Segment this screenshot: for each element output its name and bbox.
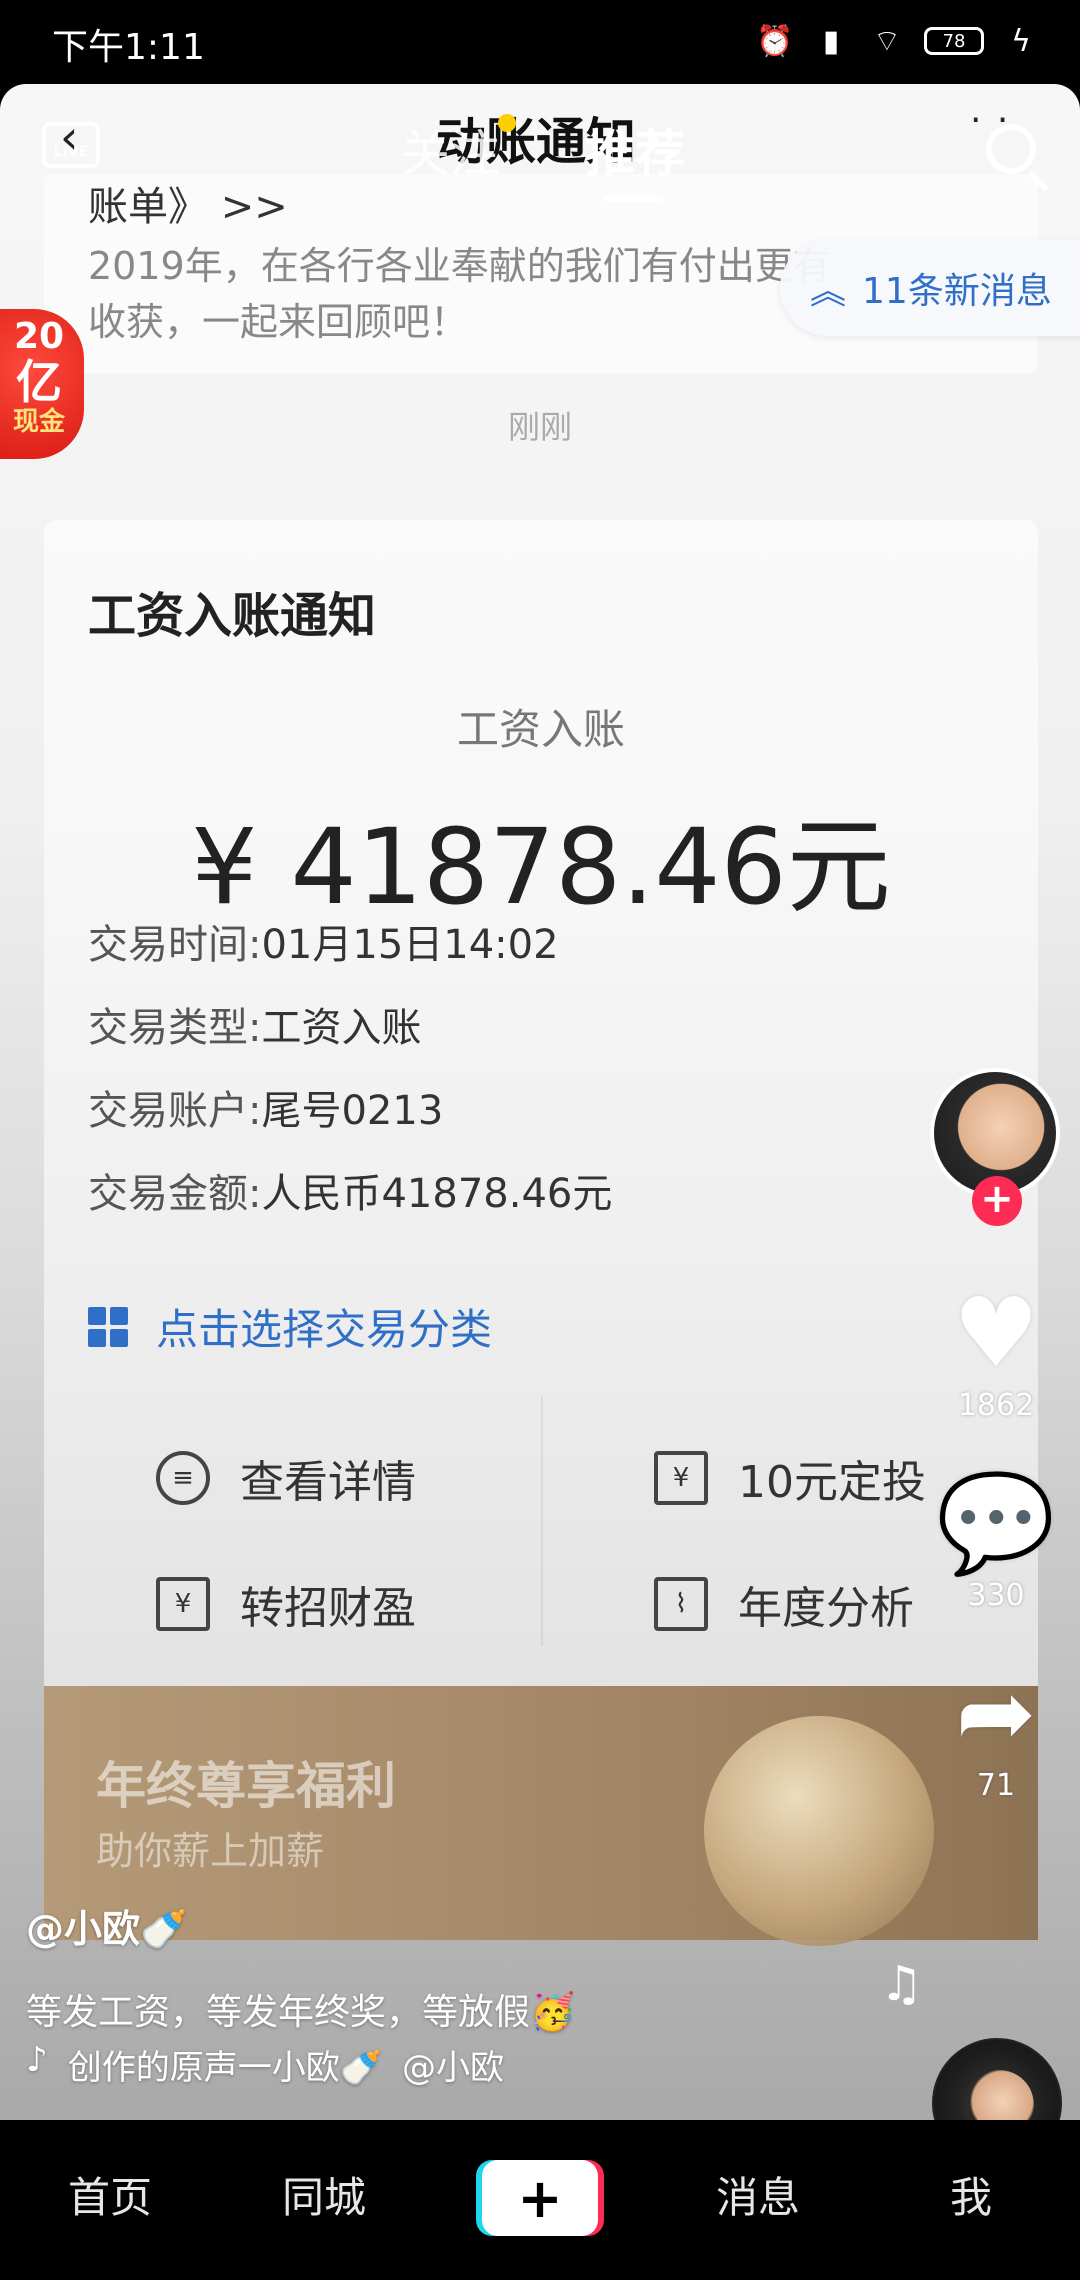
- timestamp-separator: 刚刚: [507, 408, 572, 446]
- charging-icon: ϟ: [1011, 23, 1031, 59]
- scroll-icon: ¥: [654, 1451, 708, 1505]
- promo-amount: 20: [13, 316, 65, 357]
- wifi-icon: ⌔: [872, 24, 902, 59]
- divider: [541, 1396, 543, 1646]
- floating-note-icon: ♫: [880, 1956, 924, 2012]
- heart-icon: ♥: [952, 1277, 1040, 1389]
- active-tab-indicator: [603, 196, 663, 202]
- nav-messages[interactable]: 消息: [716, 2164, 800, 2225]
- music-track: 创作的原声一小欧🍼: [67, 2048, 383, 2088]
- list-icon: ≡: [156, 1451, 210, 1505]
- promo-label: 现金: [12, 407, 65, 437]
- previous-message-body: 2019年，在各行各业奉献的我们有付出更有收获，一起来回顾吧！: [88, 244, 831, 344]
- detail-key: 交易账户:: [88, 1088, 262, 1134]
- alarm-icon: ⏰: [756, 23, 794, 59]
- category-link-label: 点击选择交易分类: [156, 1305, 493, 1354]
- promo-unit: 亿: [16, 355, 62, 409]
- transfer-button[interactable]: ¥ 转招财盈: [156, 1572, 416, 1636]
- grid-icon: [88, 1306, 128, 1347]
- plus-icon: +: [517, 2166, 563, 2230]
- detail-row-type: 交易类型: 工资入账: [88, 995, 612, 1078]
- search-icon[interactable]: [986, 124, 1036, 174]
- notice-title: 工资入账通知: [88, 588, 377, 644]
- salary-notice-card: 工资入账通知 工资入账 ¥ 41878.46元 交易时间: 01月15日14:02…: [44, 520, 1038, 1700]
- detail-value: 01月15日14:02: [261, 922, 559, 968]
- comment-count: 330: [967, 1578, 1025, 1613]
- video-caption: @小欧🍼 等发工资，等发年终奖，等放假🥳: [26, 1898, 886, 2035]
- comment-icon: 💬: [936, 1467, 1056, 1579]
- back-icon: ‹: [60, 110, 79, 164]
- status-time: 下午1:11: [52, 27, 205, 68]
- unread-dot: [498, 114, 516, 132]
- music-info[interactable]: ♪ 创作的原声一小欧🍼 @小欧: [26, 2040, 504, 2089]
- follow-button[interactable]: +: [972, 1176, 1022, 1226]
- tab-recommend[interactable]: 推荐: [585, 114, 685, 186]
- chevron-up-icon: ︽: [810, 271, 847, 312]
- detail-row-account: 交易账户: 尾号0213: [88, 1078, 612, 1161]
- music-disc[interactable]: [932, 2038, 1062, 2120]
- tab-follow[interactable]: 关注: [400, 114, 500, 186]
- annual-analysis-button[interactable]: ⌇ 年度分析: [654, 1572, 914, 1636]
- music-author: @小欧: [402, 2048, 505, 2088]
- amount-value: ¥ 41878.46元: [191, 806, 891, 928]
- detail-row-amount: 交易金额: 人民币41878.46元: [88, 1161, 612, 1244]
- share-icon: ➦: [955, 1657, 1037, 1769]
- chart-icon: ⌇: [654, 1577, 708, 1631]
- banner-title: 年终尊享福利: [96, 1757, 396, 1815]
- battery-level: 78: [942, 30, 966, 52]
- detail-value: 人民币41878.46元: [261, 1171, 613, 1217]
- nav-city[interactable]: 同城: [282, 2164, 366, 2225]
- new-messages-pill[interactable]: ︽ 11条新消息: [780, 240, 1080, 336]
- transfer-icon: ¥: [156, 1577, 210, 1631]
- like-count: 1862: [957, 1388, 1035, 1423]
- like-button[interactable]: ♥ 1862: [924, 1278, 1068, 1423]
- fixed-invest-button[interactable]: ¥ 10元定投: [654, 1446, 926, 1510]
- category-link[interactable]: 点击选择交易分类: [88, 1296, 492, 1357]
- action-label: 年度分析: [738, 1583, 914, 1634]
- status-bar: 下午1:11 ⏰ ▮ ⌔ 78 ϟ: [0, 0, 1080, 84]
- detail-list: 交易时间: 01月15日14:02 交易类型: 工资入账 交易账户: 尾号0213 交…: [88, 912, 612, 1244]
- cash-promo-badge[interactable]: 20 亿 现金: [0, 309, 84, 459]
- nav-home[interactable]: 首页: [68, 2164, 152, 2225]
- share-count: 71: [976, 1768, 1016, 1803]
- detail-value: 尾号0213: [261, 1088, 444, 1134]
- bottom-navigation: 首页 同城 + 消息 我: [0, 2120, 1080, 2280]
- action-label: 10元定投: [738, 1457, 926, 1508]
- new-messages-label: 11条新消息: [862, 271, 1052, 312]
- share-button[interactable]: ➦ 71: [924, 1658, 1068, 1803]
- detail-key: 交易类型:: [88, 1005, 262, 1051]
- view-details-button[interactable]: ≡ 查看详情: [156, 1446, 416, 1510]
- signal-icon: ▮: [822, 23, 840, 59]
- action-label: 查看详情: [240, 1457, 416, 1508]
- detail-row-time: 交易时间: 01月15日14:02: [88, 912, 612, 995]
- banner-subtitle: 助你薪上加薪: [96, 1829, 325, 1873]
- caption-text: 等发工资，等发年终奖，等放假🥳: [26, 1992, 575, 2033]
- detail-key: 交易时间:: [88, 922, 262, 968]
- create-button[interactable]: +: [482, 2160, 598, 2236]
- amount-label: 工资入账: [456, 705, 625, 754]
- comment-button[interactable]: 💬 330: [924, 1468, 1068, 1613]
- action-grid: ≡ 查看详情 ¥ 10元定投 ¥ 转招财盈 ⌇ 年度分析: [44, 1386, 1038, 1646]
- music-note-icon: ♪: [26, 2040, 48, 2080]
- video-player[interactable]: 账单》 >> 2019年，在各行各业奉献的我们有付出更有收获，一起来回顾吧！ 刚…: [0, 84, 1080, 2120]
- status-icons: ⏰ ▮ ⌔ 78 ϟ: [756, 23, 1040, 60]
- battery-icon: 78: [924, 27, 984, 55]
- detail-key: 交易金额:: [88, 1171, 262, 1217]
- nav-me[interactable]: 我: [950, 2164, 992, 2225]
- top-navigation: LIVE ‹ 动账通知 关注 推荐 · ·: [0, 84, 1080, 204]
- detail-value: 工资入账: [261, 1005, 422, 1051]
- action-label: 转招财盈: [240, 1583, 416, 1634]
- author-handle[interactable]: @小欧🍼: [26, 1898, 886, 1953]
